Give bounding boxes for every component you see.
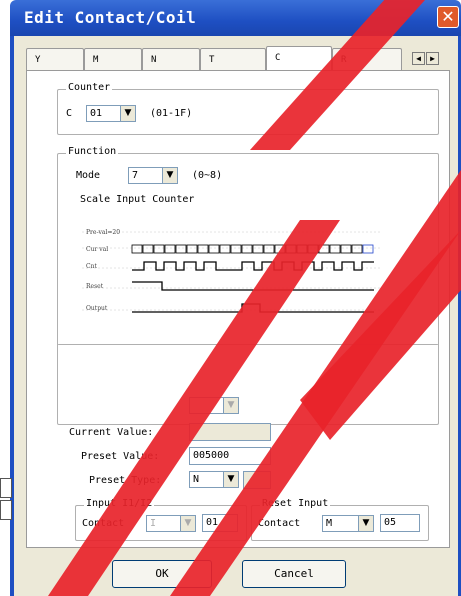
preset-type-label: Preset Type: bbox=[89, 475, 162, 486]
input-type-select[interactable]: I ▼ bbox=[146, 515, 196, 532]
dialog-body: Y M N T C R ◀ ▶ Counter C 01 ▼ (01-1F) F… bbox=[10, 36, 461, 596]
arrow-right-icon: ▶ bbox=[430, 54, 435, 63]
cancel-button[interactable]: Cancel bbox=[242, 560, 346, 588]
tab-n[interactable]: N bbox=[142, 48, 200, 70]
reset-input-group-label: Reset Input bbox=[260, 498, 331, 509]
tab-strip: Y M N T C R ◀ ▶ bbox=[26, 46, 441, 71]
counter-group-label: Counter bbox=[66, 82, 113, 93]
preset-value-field[interactable]: 005000 bbox=[189, 447, 271, 465]
tab-scroll-left-button[interactable]: ◀ bbox=[412, 52, 425, 65]
function-description: Scale Input Counter bbox=[80, 194, 195, 205]
tab-label: N bbox=[151, 55, 157, 65]
title-bar: Edit Contact/Coil ✕ bbox=[10, 0, 461, 36]
preset-value-label: Preset Value: bbox=[81, 451, 160, 462]
chevron-down-icon[interactable]: ▼ bbox=[223, 472, 238, 487]
timing-row-label: Output bbox=[86, 305, 108, 312]
tab-label: M bbox=[93, 55, 99, 65]
counter-prefix-label: C bbox=[66, 108, 73, 119]
current-value-field[interactable] bbox=[189, 423, 271, 441]
input-number-field[interactable]: 01 bbox=[202, 514, 238, 532]
mode-select[interactable]: 7 ▼ bbox=[128, 167, 178, 184]
input-number-text: 01 bbox=[206, 517, 219, 528]
tab-panel-c: Counter C 01 ▼ (01-1F) Function Mode 7 ▼… bbox=[26, 70, 450, 548]
preset-value-text: 005000 bbox=[193, 450, 230, 461]
input-group: Input I1/I2 Contact I ▼ 01 bbox=[75, 498, 247, 541]
close-icon: ✕ bbox=[441, 7, 455, 26]
timing-diagram: Pre-val=20 Cur val Cnt Reset Output bbox=[82, 224, 382, 332]
tab-scroll-right-button[interactable]: ▶ bbox=[426, 52, 439, 65]
reset-number-field[interactable]: 05 bbox=[380, 514, 420, 532]
counter-number-select[interactable]: 01 ▼ bbox=[86, 105, 136, 122]
tab-t[interactable]: T bbox=[200, 48, 266, 70]
counter-group: Counter C 01 ▼ (01-1F) bbox=[57, 82, 439, 135]
reset-number-text: 05 bbox=[384, 517, 397, 528]
input-type-value: I bbox=[150, 518, 157, 529]
input-group-label: Input I1/I2 bbox=[84, 498, 155, 509]
preset-type-select[interactable]: N ▼ bbox=[189, 471, 239, 488]
close-button[interactable]: ✕ bbox=[437, 6, 459, 28]
tab-m[interactable]: M bbox=[84, 48, 142, 70]
tab-label: R bbox=[341, 55, 347, 65]
preset-type-value: N bbox=[193, 474, 200, 485]
input-contact-label: Contact bbox=[82, 518, 125, 529]
tab-r[interactable]: R bbox=[332, 48, 402, 70]
timing-row-label: Cnt bbox=[86, 263, 97, 270]
tab-label: Y bbox=[35, 55, 41, 65]
mode-range-label: (0~8) bbox=[192, 170, 223, 181]
background-window-fragment bbox=[0, 500, 12, 520]
reset-contact-label: Contact bbox=[258, 518, 301, 529]
tab-label: T bbox=[209, 55, 215, 65]
current-value-label: Current Value: bbox=[69, 427, 154, 438]
chevron-down-icon[interactable]: ▼ bbox=[223, 398, 238, 413]
tab-label: C bbox=[275, 53, 281, 63]
counter-number-value: 01 bbox=[90, 108, 103, 119]
mode-label: Mode bbox=[76, 170, 101, 181]
function-divider bbox=[58, 344, 438, 345]
arrow-left-icon: ◀ bbox=[416, 54, 421, 63]
counter-range-label: (01-1F) bbox=[150, 108, 193, 119]
value-source-select[interactable]: ▼ bbox=[189, 397, 239, 414]
chevron-down-icon[interactable]: ▼ bbox=[120, 106, 135, 121]
preset-number-field[interactable] bbox=[243, 471, 271, 489]
timing-row-label: Cur val bbox=[86, 246, 108, 253]
ok-button[interactable]: OK bbox=[112, 560, 212, 588]
mode-value: 7 bbox=[132, 170, 139, 181]
chevron-down-icon[interactable]: ▼ bbox=[180, 516, 195, 531]
reset-input-group: Reset Input Contact M ▼ 05 bbox=[251, 498, 429, 541]
tab-y[interactable]: Y bbox=[26, 48, 84, 70]
reset-type-select[interactable]: M ▼ bbox=[322, 515, 374, 532]
timing-row-label: Pre-val=20 bbox=[86, 229, 120, 236]
timing-row-label: Reset bbox=[86, 283, 104, 290]
reset-type-value: M bbox=[326, 518, 333, 529]
chevron-down-icon[interactable]: ▼ bbox=[162, 168, 177, 183]
function-group-label: Function bbox=[66, 146, 119, 157]
tab-c[interactable]: C bbox=[266, 46, 332, 71]
cancel-label: Cancel bbox=[274, 567, 314, 580]
window-title: Edit Contact/Coil bbox=[24, 8, 197, 27]
ok-label: OK bbox=[155, 567, 169, 580]
chevron-down-icon[interactable]: ▼ bbox=[358, 516, 373, 531]
function-group: Function Mode 7 ▼ (0~8) Scale Input Coun… bbox=[57, 146, 439, 425]
background-window-fragment bbox=[0, 478, 12, 498]
